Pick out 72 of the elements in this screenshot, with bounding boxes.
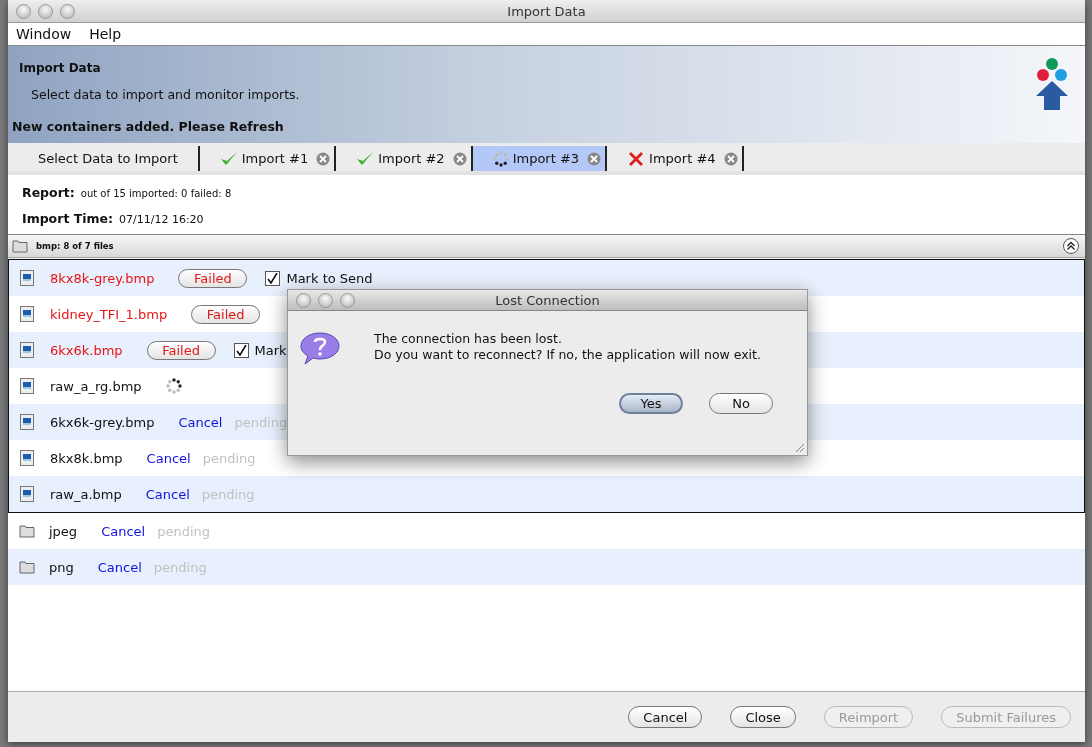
spinner-icon (492, 150, 509, 167)
cancel-link[interactable]: Cancel (178, 414, 223, 430)
image-file-icon (20, 450, 34, 466)
checkbox-label: Mark (254, 342, 287, 358)
status-text: pending (201, 486, 255, 502)
close-window-button[interactable] (296, 293, 311, 308)
checkbox[interactable] (265, 270, 281, 286)
file-name: 8kx8k.bmp (50, 450, 123, 466)
image-file-icon (20, 378, 34, 394)
close-tab-icon[interactable] (452, 151, 467, 166)
image-file-icon (20, 342, 34, 358)
logo-icon (1035, 58, 1069, 110)
cancel-link[interactable]: Cancel (145, 486, 190, 502)
header-title: Import Data (19, 61, 102, 75)
dialog-button[interactable]: Yes (619, 393, 683, 414)
report-value: 07/11/12 16:20 (119, 213, 204, 226)
minimize-window-button[interactable] (38, 4, 53, 19)
menu-item[interactable]: Window (16, 26, 72, 42)
failed-button[interactable]: Failed (146, 340, 216, 360)
minimize-window-button[interactable] (318, 293, 333, 308)
folder-icon (12, 239, 28, 253)
footer-button[interactable]: Close (730, 706, 796, 728)
question-icon (300, 331, 340, 367)
dialog-message: The connection has been lost. Do you want to reconnect? If no, the application will now exit. (374, 331, 761, 363)
file-name: 6kx6k-grey.bmp (50, 414, 155, 430)
report-label: Import Time: (22, 211, 113, 226)
menu-item[interactable]: Help (89, 26, 122, 42)
file-name: 8kx8k-grey.bmp (50, 270, 155, 286)
dialog-button[interactable]: No (709, 393, 773, 414)
file-name: raw_a.bmp (50, 486, 122, 502)
image-file-icon (20, 270, 34, 286)
zoom-window-button[interactable] (340, 293, 355, 308)
check-icon (356, 150, 375, 167)
failed-button[interactable]: Failed (191, 304, 261, 324)
file-name: kidney_TFI_1.bmp (50, 306, 168, 322)
close-window-button[interactable] (16, 4, 31, 19)
file-name: raw_a_rg.bmp (50, 378, 142, 394)
header-subtitle: Select data to import and monitor imports. (31, 87, 300, 102)
status-text: pending (202, 450, 256, 466)
file-name: 6kx6k.bmp (50, 342, 123, 358)
cancel-link[interactable]: Cancel (97, 559, 142, 575)
status-text: pending (157, 523, 211, 539)
close-tab-icon[interactable] (723, 151, 738, 166)
folder-icon (19, 560, 35, 574)
zoom-window-button[interactable] (60, 4, 75, 19)
status-text: pending (153, 559, 207, 575)
check-icon (219, 150, 238, 167)
resize-grip-icon (795, 443, 805, 453)
folder-name: jpeg (49, 523, 78, 539)
report-value: out of 15 imported: 0 failed: 8 (80, 188, 232, 199)
error-icon (627, 149, 646, 168)
checkbox[interactable] (233, 342, 249, 358)
folder-icon (19, 524, 35, 538)
cancel-link[interactable]: Cancel (101, 523, 146, 539)
checkbox-label: Mark to Send (286, 270, 373, 286)
report-label: Report: (22, 185, 75, 200)
tab[interactable]: Import #3 (472, 146, 608, 171)
spinner-icon (165, 378, 182, 394)
close-tab-icon[interactable] (587, 151, 602, 166)
close-tab-icon[interactable] (316, 151, 331, 166)
cancel-link[interactable]: Cancel (146, 450, 191, 466)
collapse-icon[interactable] (1063, 238, 1079, 254)
image-file-icon (20, 486, 34, 502)
image-file-icon (20, 414, 34, 430)
group-title: bmp: 8 of 7 files (36, 241, 115, 251)
image-file-icon (20, 306, 34, 322)
dialog-title: Lost Connection (495, 292, 600, 308)
refresh-notice: New containers added. Please Refresh (12, 119, 285, 134)
window-title: Import Data (507, 3, 586, 19)
footer-button[interactable]: Cancel (628, 706, 703, 728)
folder-name: png (49, 559, 74, 575)
failed-button[interactable]: Failed (178, 268, 248, 288)
